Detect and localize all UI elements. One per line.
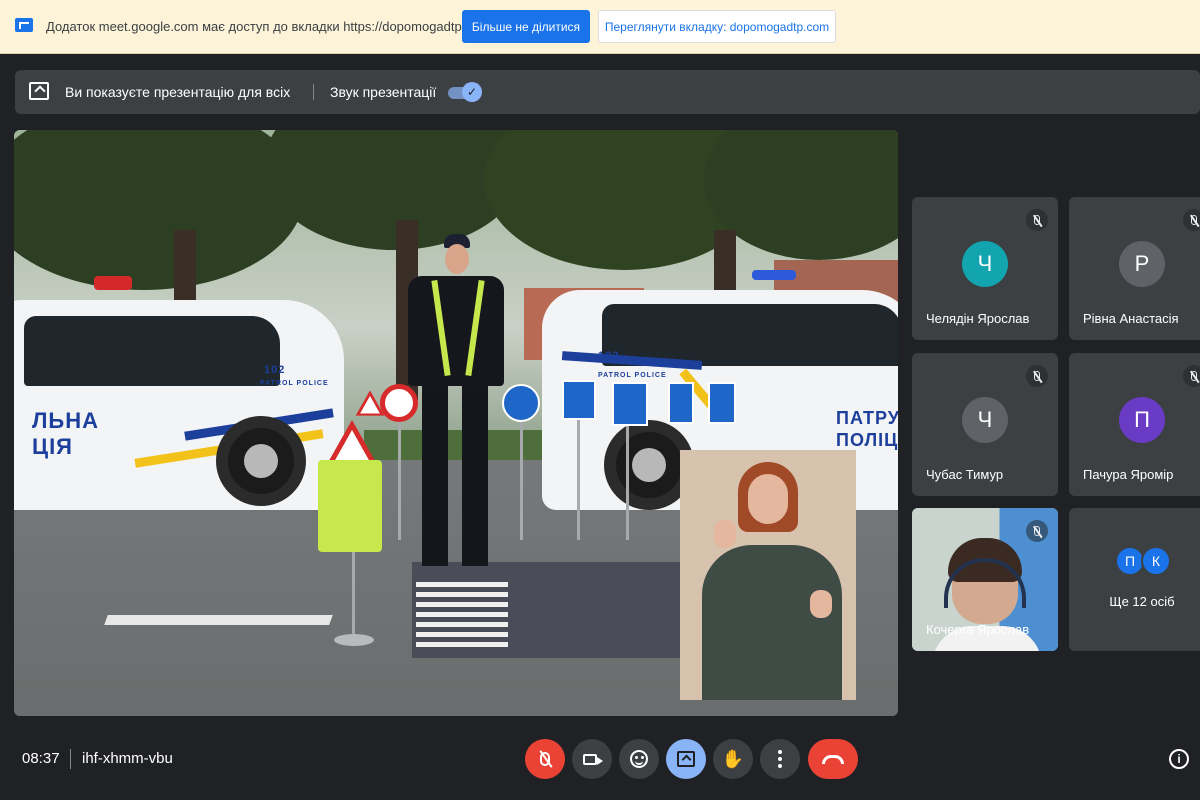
- sharing-message: Додаток meet.google.com має доступ до вк…: [46, 19, 490, 34]
- hand-icon: ✋: [721, 749, 745, 769]
- raise-hand-button[interactable]: ✋: [713, 739, 753, 779]
- participant-name: Кочерга Ярослав: [926, 622, 1030, 637]
- car-text: ПОЛІЦІ: [836, 430, 898, 450]
- car-brand: PATROL POLICE: [598, 372, 667, 379]
- more-participants-tile[interactable]: П К Ще 12 осіб: [1069, 508, 1200, 651]
- interpreter-face: [748, 474, 788, 524]
- car-text: ЛЬНА: [32, 408, 100, 433]
- car-number: 102: [598, 350, 620, 362]
- crosswalk-stripe: [416, 642, 508, 647]
- car-text: ЦІЯ: [32, 434, 73, 459]
- no-bicycles-sign: [380, 384, 418, 422]
- participant-tile[interactable]: Ч Челядін Ярослав: [912, 197, 1058, 340]
- info-icon[interactable]: i: [1169, 749, 1189, 769]
- meeting-code: ihf-xhmm-vbu: [82, 750, 173, 767]
- screen-share-icon: [15, 18, 33, 32]
- participant-name: Рівна Анастасія: [1083, 311, 1179, 326]
- participant-name: Челядін Ярослав: [926, 311, 1030, 326]
- more-participants-label: Ще 12 осіб: [1109, 594, 1175, 609]
- car-number: 102: [264, 364, 286, 376]
- avatar: Ч: [962, 241, 1008, 287]
- avatar: Р: [1119, 241, 1165, 287]
- call-end-icon: [822, 754, 844, 764]
- sign-base: [334, 634, 374, 646]
- tab-sharing-infobar: Додаток meet.google.com має доступ до вк…: [0, 0, 1200, 54]
- mic-toggle-button[interactable]: [525, 739, 565, 779]
- stop-sharing-button[interactable]: Більше не ділитися: [462, 10, 590, 43]
- interpreter-body: [702, 545, 842, 700]
- participant-name: Пачура Яромір: [1083, 467, 1174, 482]
- mic-off-icon: [1026, 520, 1048, 542]
- car-brand: PATROL POLICE: [260, 380, 329, 387]
- more-options-button[interactable]: [760, 739, 800, 779]
- avatar: П: [1119, 397, 1165, 443]
- present-screen-icon: [677, 751, 695, 767]
- crosswalk-stripe: [416, 582, 508, 587]
- officer-head: [445, 244, 469, 274]
- participant-tile[interactable]: Ч Чубас Тимур: [912, 353, 1058, 496]
- crosswalk-info-sign: [562, 380, 596, 420]
- hospital-sign: [708, 382, 736, 424]
- mic-off-icon: [1026, 365, 1048, 387]
- crosswalk-stripe: [416, 612, 508, 617]
- road-marking: [104, 615, 333, 625]
- participant-tile[interactable]: Р Рівна Анастасія: [1069, 197, 1200, 340]
- sign-language-interpreter: [680, 450, 856, 700]
- underpass-sign: [612, 382, 648, 426]
- presentation-audio-label: Звук презентації: [330, 84, 437, 100]
- presenting-text: Ви показуєте презентацію для всіх: [65, 84, 291, 100]
- mic-off-icon: [1183, 209, 1200, 231]
- camera-icon: [582, 753, 603, 765]
- crosswalk-stripe: [416, 632, 508, 637]
- meeting-time: 08:37: [22, 750, 60, 767]
- mic-off-icon: [1026, 209, 1048, 231]
- leave-call-button[interactable]: [808, 739, 858, 779]
- present-now-button[interactable]: [666, 739, 706, 779]
- present-screen-icon: [29, 82, 49, 100]
- crosswalk-stripe: [416, 592, 508, 597]
- presentation-stage: 102 PATROL POLICE ЛЬНА ЦІЯ 102 PATROL PO…: [14, 130, 898, 716]
- police-light: [94, 276, 132, 290]
- interpreter-hand: [810, 590, 832, 618]
- crosswalk-stripe: [416, 622, 508, 627]
- camera-toggle-button[interactable]: [572, 739, 612, 779]
- divider: [313, 84, 314, 100]
- check-icon: ✓: [462, 82, 482, 102]
- sign-pole: [520, 420, 523, 540]
- avatar: К: [1141, 546, 1171, 576]
- reflective-vest: [318, 460, 382, 552]
- car-wheel: [216, 416, 306, 506]
- car-window: [24, 316, 280, 386]
- sign-pole: [626, 420, 629, 540]
- mic-off-icon: [540, 752, 550, 766]
- view-tab-button[interactable]: Переглянути вкладку: dopomogadtp.com: [598, 10, 836, 43]
- emoji-icon: [630, 750, 648, 768]
- presenting-bar: Ви показуєте презентацію для всіх Звук п…: [15, 70, 1200, 114]
- divider: [70, 749, 71, 769]
- participant-name: Чубас Тимур: [926, 467, 1004, 482]
- sign-pole: [577, 420, 580, 540]
- officer-leg: [462, 386, 488, 566]
- avatar: Ч: [962, 397, 1008, 443]
- officer-torso: [408, 276, 504, 386]
- mic-off-icon: [1183, 365, 1200, 387]
- police-light: [752, 270, 796, 280]
- police-car-left: 102 PATROL POLICE ЛЬНА ЦІЯ: [14, 300, 344, 510]
- officer-leg: [422, 386, 448, 566]
- crosswalk-stripe: [416, 602, 508, 607]
- participant-tile-video[interactable]: Кочерга Ярослав: [912, 508, 1058, 651]
- car-text: ПАТРУЛЬ: [836, 408, 898, 428]
- first-aid-sign: [668, 382, 694, 424]
- presentation-audio-toggle[interactable]: ✓: [448, 82, 482, 102]
- sign-pole: [398, 420, 401, 540]
- more-participants-avatars: П К: [1115, 546, 1175, 580]
- participant-tile[interactable]: П Пачура Яромір: [1069, 353, 1200, 496]
- reactions-button[interactable]: [619, 739, 659, 779]
- more-vert-icon: [778, 750, 782, 768]
- interpreter-hand: [714, 520, 736, 548]
- pedestrian-path-sign: [502, 384, 540, 422]
